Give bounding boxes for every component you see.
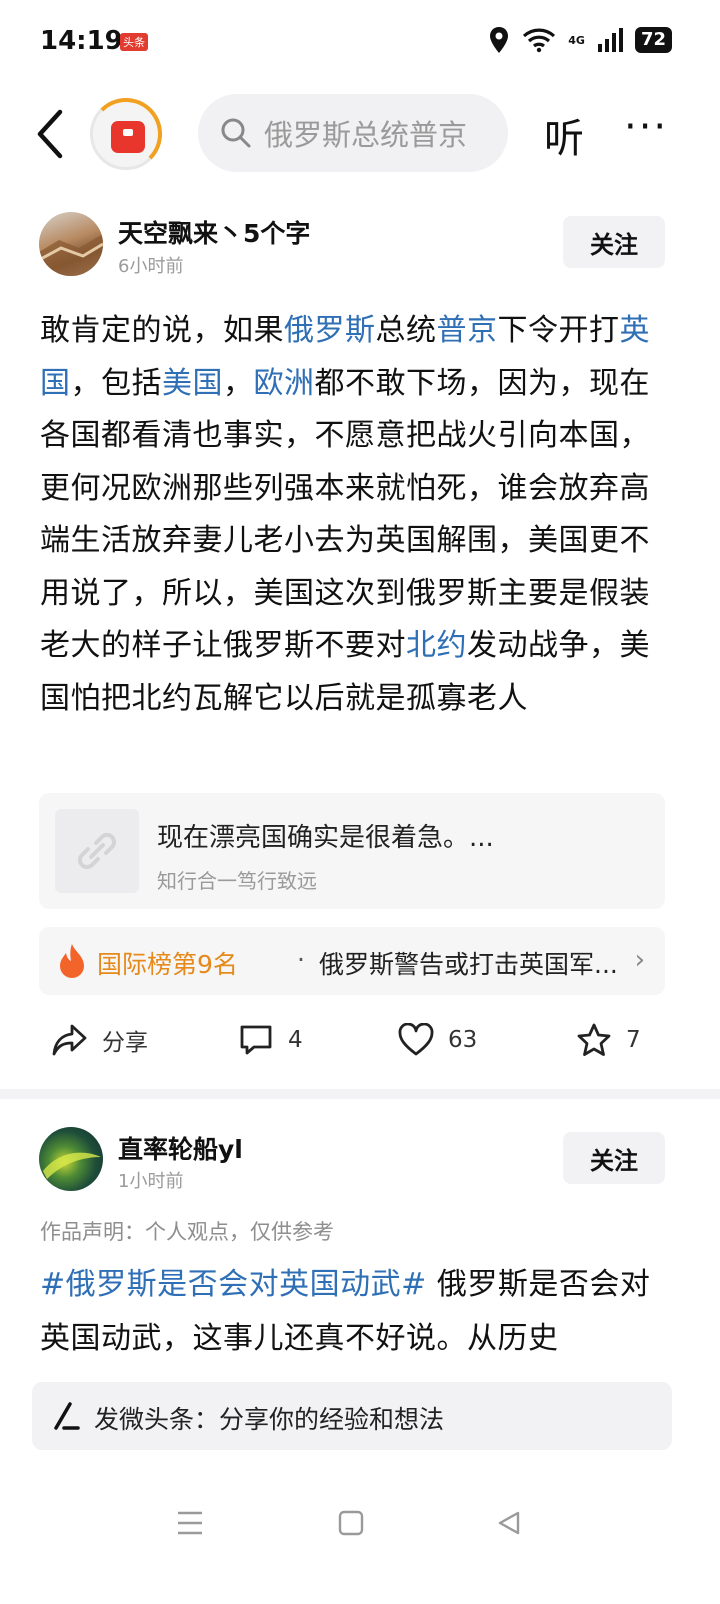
network-type: 4G (568, 33, 585, 47)
status-bar: 14:19 头条 4G 72 (0, 0, 720, 84)
body-text: 总统 (375, 313, 437, 348)
comment-icon (240, 1025, 272, 1055)
post1-author-name[interactable]: 天空飘来丶5个字 (118, 214, 310, 250)
fire-icon (60, 944, 84, 978)
rank-topic: 俄罗斯警告或打击英国军... (319, 950, 618, 979)
keyword-link[interactable]: 普京 (437, 313, 498, 348)
post2-body-text[interactable]: #俄罗斯是否会对英国动武# 俄罗斯是否会对英国动武，这事儿还真不好说。从历史 (40, 1258, 660, 1366)
toutiao-logo-icon (111, 121, 145, 153)
keyword-link[interactable]: 美国 (162, 366, 223, 401)
avatar-post2[interactable] (39, 1127, 103, 1191)
post1-action-bar: 分享 4 63 7 (0, 1010, 720, 1070)
share-button[interactable]: 分享 (52, 1010, 148, 1070)
rank-label: 国际榜第9名 (97, 950, 238, 979)
like-count: 63 (448, 1027, 478, 1053)
quoted-article-title: 现在漂亮国确实是很着急。... (157, 823, 494, 853)
top-header: 俄罗斯总统普京 听 ··· (0, 92, 720, 178)
post1-timestamp: 6小时前 (118, 256, 184, 277)
body-text: ，包括 (70, 365, 162, 401)
listen-button[interactable]: 听 (544, 106, 584, 164)
status-icons: 4G 72 (488, 26, 672, 54)
quoted-article-source: 知行合一笃行致远 (157, 869, 317, 893)
compose-placeholder: 发微头条：分享你的经验和想法 (94, 1405, 445, 1434)
search-bar[interactable]: 俄罗斯总统普京 (198, 94, 508, 172)
status-time: 14:19 (40, 26, 123, 56)
post2-timestamp: 1小时前 (118, 1171, 184, 1192)
pen-icon (54, 1402, 80, 1430)
trending-rank-bar[interactable]: 国际榜第9名 · 俄罗斯警告或打击英国军... › (39, 927, 665, 995)
post1-body-text[interactable]: 敢肯定的说，如果俄罗斯总统普京下令开打英国，包括美国，欧洲都不敢下场，因为，现在… (40, 305, 660, 725)
chevron-right-icon: › (634, 945, 645, 975)
star-icon (577, 1023, 611, 1056)
share-icon (52, 1024, 87, 1056)
like-button[interactable]: 63 (398, 1010, 477, 1070)
favorite-button[interactable]: 7 (576, 1010, 641, 1070)
body-text: 下令开打 (497, 313, 620, 348)
keyword-link[interactable]: 欧洲 (254, 366, 315, 401)
link-icon (77, 832, 117, 870)
back-triangle-icon[interactable] (496, 1510, 522, 1536)
battery-level: 72 (634, 27, 672, 53)
signal-icon (597, 28, 623, 52)
comment-count: 4 (288, 1027, 303, 1053)
comment-button[interactable]: 4 (238, 1010, 303, 1070)
feed-divider (0, 1089, 720, 1099)
favorite-count: 7 (626, 1027, 641, 1053)
body-text: 都不敢下场，因为，现在各国都看清也事实，不愿意把战火引向本国，更何况欧洲那些列强… (40, 365, 650, 664)
link-thumbnail (55, 809, 139, 893)
toutiao-logo-button[interactable] (90, 98, 162, 170)
compose-post-bar[interactable]: 发微头条：分享你的经验和想法 (32, 1382, 672, 1450)
menu-icon[interactable] (176, 1510, 204, 1536)
body-text: ， (223, 365, 254, 401)
hashtag-link[interactable]: #俄罗斯是否会对英国动武# (40, 1267, 427, 1302)
post2-follow-button[interactable]: 关注 (563, 1132, 665, 1184)
great-wall-avatar-image (39, 234, 103, 276)
avatar-post1[interactable] (39, 212, 103, 276)
heart-icon (398, 1023, 434, 1056)
post2-declaration: 作品声明：个人观点，仅供参考 (40, 1220, 334, 1244)
rank-separator: · (297, 945, 305, 974)
search-icon (221, 118, 251, 148)
keyword-link[interactable]: 北约 (406, 628, 467, 663)
system-navigation-bar (0, 1490, 720, 1570)
quoted-article-card[interactable]: 现在漂亮国确实是很着急。... 知行合一笃行致远 (39, 793, 665, 909)
wifi-icon (523, 28, 556, 53)
home-icon[interactable] (338, 1510, 364, 1536)
location-icon (490, 27, 509, 53)
share-label: 分享 (102, 1030, 148, 1056)
back-arrow-icon[interactable] (32, 106, 72, 162)
more-menu-button[interactable]: ··· (624, 104, 668, 150)
leaf-avatar-image (43, 1152, 101, 1179)
post1-follow-button[interactable]: 关注 (563, 216, 665, 268)
toutiao-notification-badge: 头条 (120, 33, 148, 51)
post2-author-name[interactable]: 直率轮船yl (118, 1130, 243, 1166)
keyword-link[interactable]: 俄罗斯 (284, 313, 376, 348)
body-text: 敢肯定的说，如果 (40, 313, 284, 348)
search-placeholder: 俄罗斯总统普京 (264, 118, 468, 152)
